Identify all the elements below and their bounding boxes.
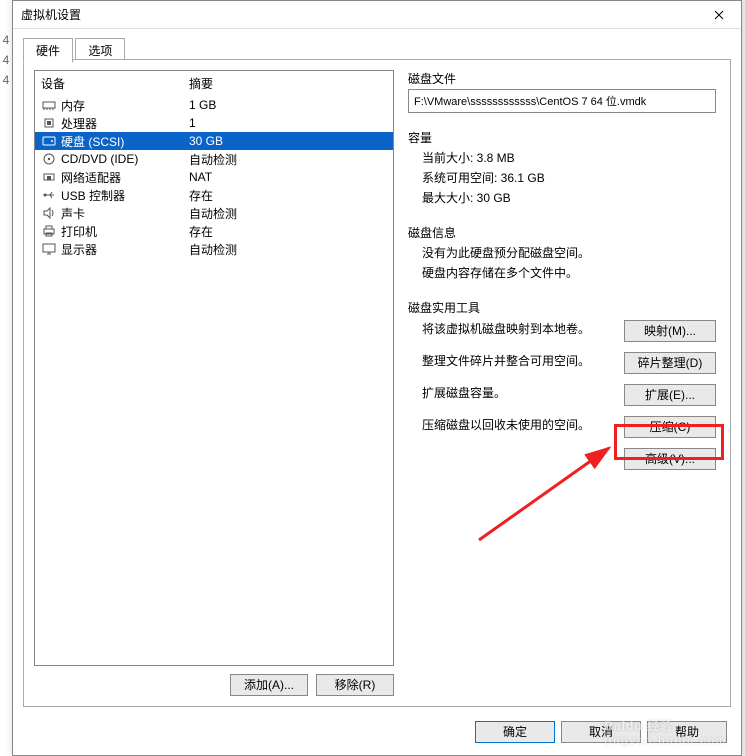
disk-info-title: 磁盘信息 — [408, 224, 716, 241]
device-summary: 存在 — [189, 187, 387, 204]
device-summary: 自动检测 — [189, 151, 387, 168]
disk-file-path[interactable]: F:\VMware\ssssssssssss\CentOS 7 64 位.vmd… — [408, 89, 716, 113]
map-button[interactable]: 映射(M)... — [624, 320, 716, 342]
capacity-section: 容量 当前大小: 3.8 MB 系统可用空间: 36.1 GB 最大大小: 30… — [408, 129, 716, 208]
util-compact-desc: 压缩磁盘以回收未使用的空间。 — [408, 416, 624, 433]
device-summary: 1 — [189, 116, 387, 130]
content-area: 硬件 选项 设备 摘要 内存1 GB处理器1硬盘 (SCSI)30 GBCD/D… — [13, 29, 741, 755]
device-row-usb[interactable]: USB 控制器存在 — [35, 186, 393, 204]
device-summary: 自动检测 — [189, 241, 387, 258]
disk-file-section: 磁盘文件 F:\VMware\ssssssssssss\CentOS 7 64 … — [408, 70, 716, 113]
capacity-title: 容量 — [408, 129, 716, 146]
external-gutter: 444 — [0, 0, 12, 756]
disk-util-section: 磁盘实用工具 将该虚拟机磁盘映射到本地卷。 映射(M)... 整理文件碎片并整合… — [408, 299, 716, 470]
device-name: 处理器 — [61, 115, 189, 132]
header-summary: 摘要 — [189, 75, 387, 92]
device-name: 网络适配器 — [61, 169, 189, 186]
device-row-cd[interactable]: CD/DVD (IDE)自动检测 — [35, 150, 393, 168]
display-icon — [41, 242, 57, 256]
advanced-button[interactable]: 高级(V)... — [624, 448, 716, 470]
sound-icon — [41, 206, 57, 220]
device-row-display[interactable]: 显示器自动检测 — [35, 240, 393, 258]
settings-dialog: 虚拟机设置 硬件 选项 设备 摘要 内存1 GB处理器1硬盘 (SCSI)30 … — [12, 0, 742, 756]
expand-button[interactable]: 扩展(E)... — [624, 384, 716, 406]
close-icon — [714, 10, 724, 20]
compact-button[interactable]: 压缩(C) — [624, 416, 716, 438]
max-size: 最大大小: 30 GB — [422, 188, 716, 208]
free-space: 系统可用空间: 36.1 GB — [422, 168, 716, 188]
net-icon — [41, 170, 57, 184]
disk-info-section: 磁盘信息 没有为此硬盘预分配磁盘空间。 硬盘内容存储在多个文件中。 — [408, 224, 716, 283]
device-name: 硬盘 (SCSI) — [61, 133, 189, 150]
device-row-net[interactable]: 网络适配器NAT — [35, 168, 393, 186]
left-column: 设备 摘要 内存1 GB处理器1硬盘 (SCSI)30 GBCD/DVD (ID… — [34, 70, 394, 696]
device-row-sound[interactable]: 声卡自动检测 — [35, 204, 393, 222]
tab-hardware[interactable]: 硬件 — [23, 38, 73, 63]
hardware-panel: 设备 摘要 内存1 GB处理器1硬盘 (SCSI)30 GBCD/DVD (ID… — [23, 59, 731, 707]
disk-icon — [41, 134, 57, 148]
device-name: 内存 — [61, 97, 189, 114]
help-button[interactable]: 帮助 — [647, 721, 727, 743]
window-title: 虚拟机设置 — [21, 6, 81, 23]
usb-icon — [41, 188, 57, 202]
device-name: 声卡 — [61, 205, 189, 222]
device-name: USB 控制器 — [61, 187, 189, 204]
device-row-cpu[interactable]: 处理器1 — [35, 114, 393, 132]
device-summary: NAT — [189, 170, 387, 184]
tabstrip: 硬件 选项 — [23, 38, 731, 60]
cpu-icon — [41, 116, 57, 130]
device-list: 设备 摘要 内存1 GB处理器1硬盘 (SCSI)30 GBCD/DVD (ID… — [34, 70, 394, 666]
ok-button[interactable]: 确定 — [475, 721, 555, 743]
util-map-desc: 将该虚拟机磁盘映射到本地卷。 — [408, 320, 624, 337]
device-summary: 30 GB — [189, 134, 387, 148]
device-row-printer[interactable]: 打印机存在 — [35, 222, 393, 240]
current-size: 当前大小: 3.8 MB — [422, 148, 716, 168]
printer-icon — [41, 224, 57, 238]
disk-util-title: 磁盘实用工具 — [408, 299, 716, 316]
device-name: CD/DVD (IDE) — [61, 152, 189, 166]
device-summary: 自动检测 — [189, 205, 387, 222]
device-buttons: 添加(A)... 移除(R) — [34, 674, 394, 696]
titlebar: 虚拟机设置 — [13, 1, 741, 29]
device-row-disk[interactable]: 硬盘 (SCSI)30 GB — [35, 132, 393, 150]
device-summary: 1 GB — [189, 98, 387, 112]
device-list-body: 内存1 GB处理器1硬盘 (SCSI)30 GBCD/DVD (IDE)自动检测… — [35, 96, 393, 665]
memory-icon — [41, 98, 57, 112]
dialog-footer: 确定 取消 帮助 — [13, 709, 741, 755]
add-device-button[interactable]: 添加(A)... — [230, 674, 308, 696]
util-defrag-desc: 整理文件碎片并整合可用空间。 — [408, 352, 624, 369]
close-button[interactable] — [697, 1, 741, 29]
remove-device-button[interactable]: 移除(R) — [316, 674, 394, 696]
disk-info-line1: 没有为此硬盘预分配磁盘空间。 — [422, 243, 716, 263]
cd-icon — [41, 152, 57, 166]
cancel-button[interactable]: 取消 — [561, 721, 641, 743]
device-name: 显示器 — [61, 241, 189, 258]
device-list-header: 设备 摘要 — [35, 71, 393, 96]
disk-info-line2: 硬盘内容存储在多个文件中。 — [422, 263, 716, 283]
right-column: 磁盘文件 F:\VMware\ssssssssssss\CentOS 7 64 … — [404, 70, 720, 696]
util-expand-desc: 扩展磁盘容量。 — [408, 384, 624, 401]
device-row-memory[interactable]: 内存1 GB — [35, 96, 393, 114]
device-summary: 存在 — [189, 223, 387, 240]
disk-file-title: 磁盘文件 — [408, 70, 716, 87]
device-name: 打印机 — [61, 223, 189, 240]
header-device: 设备 — [41, 75, 189, 92]
defrag-button[interactable]: 碎片整理(D) — [624, 352, 716, 374]
